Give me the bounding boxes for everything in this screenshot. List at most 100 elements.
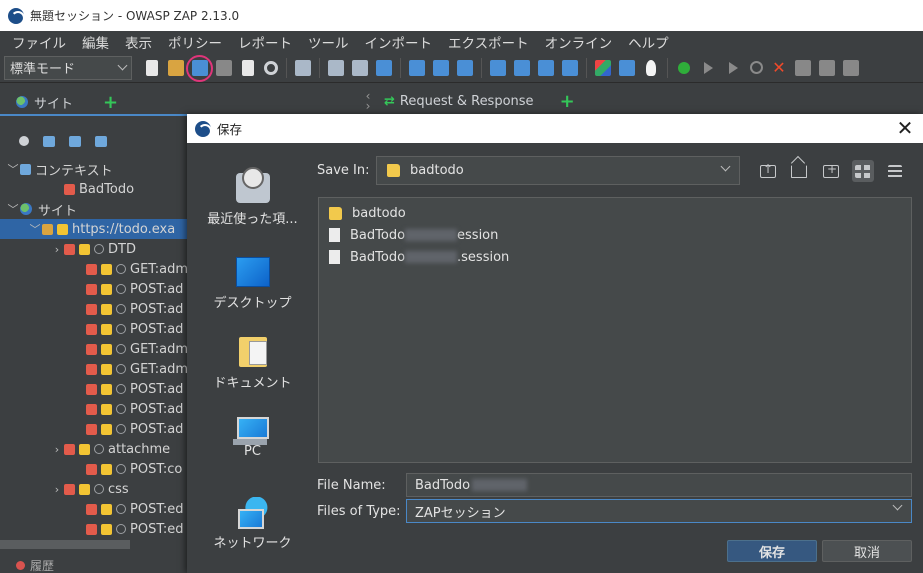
tree-row[interactable]: POST:co bbox=[0, 459, 187, 479]
save-in-combo[interactable]: badtodo bbox=[376, 156, 740, 185]
request-layout-icon[interactable] bbox=[490, 59, 506, 76]
tree-row[interactable]: › attachme bbox=[0, 439, 187, 459]
save-session-icon[interactable] bbox=[192, 59, 208, 76]
request-response-tab-label[interactable]: Request & Response bbox=[400, 94, 534, 109]
tree-row[interactable]: POST:ed bbox=[0, 499, 187, 519]
chevron-icon[interactable]: › bbox=[50, 243, 64, 256]
tree-row[interactable]: GET:adm bbox=[0, 359, 187, 379]
new-folder-button[interactable] bbox=[820, 160, 842, 182]
menu-online[interactable]: オンライン bbox=[537, 32, 621, 52]
response-layout-icon[interactable] bbox=[514, 59, 530, 76]
tabs-layout-icon[interactable] bbox=[562, 59, 578, 76]
hide-tab-icon[interactable] bbox=[352, 59, 368, 76]
mode-select[interactable]: 標準モード bbox=[4, 55, 132, 80]
show-tab-icon[interactable] bbox=[328, 59, 344, 76]
export-context-icon[interactable] bbox=[95, 135, 107, 147]
tree-row[interactable]: BadTodo bbox=[0, 179, 187, 199]
close-icon[interactable]: ✕ bbox=[895, 118, 915, 138]
tree-row[interactable]: › css bbox=[0, 479, 187, 499]
snapshot-session-icon[interactable] bbox=[216, 59, 232, 76]
sites-horizontal-scrollbar[interactable] bbox=[0, 538, 187, 550]
new-context-icon[interactable] bbox=[43, 135, 55, 147]
pin-tab-icon[interactable] bbox=[376, 59, 392, 76]
desktop-icon bbox=[235, 257, 270, 287]
drop-icon[interactable] bbox=[750, 61, 763, 74]
tree-row[interactable]: › DTD bbox=[0, 239, 187, 259]
layout-horizontal-icon[interactable] bbox=[433, 59, 449, 76]
close-breakpoint-icon[interactable]: ✕ bbox=[771, 59, 787, 76]
target-icon bbox=[86, 423, 97, 435]
session-properties-icon[interactable] bbox=[242, 59, 254, 76]
import-context-icon[interactable] bbox=[69, 135, 81, 147]
scrollbar-thumb[interactable] bbox=[0, 540, 130, 549]
chevron-icon[interactable]: › bbox=[50, 443, 64, 456]
icon-view-button[interactable] bbox=[852, 160, 874, 182]
chevron-icon[interactable]: ﹀ bbox=[6, 201, 20, 217]
hud-icon[interactable] bbox=[843, 59, 859, 76]
menu-edit[interactable]: 編集 bbox=[74, 32, 117, 52]
new-session-icon[interactable] bbox=[146, 59, 158, 76]
place-pc[interactable]: PC bbox=[187, 417, 318, 459]
tree-row[interactable]: GET:adm bbox=[0, 339, 187, 359]
layout-vertical-icon[interactable] bbox=[457, 59, 473, 76]
session-users-icon[interactable] bbox=[819, 59, 835, 76]
tree-row[interactable]: ﹀ サイト bbox=[0, 199, 187, 219]
chevron-icon[interactable]: ﹀ bbox=[28, 221, 42, 237]
menu-policy[interactable]: ポリシー bbox=[160, 32, 230, 52]
continue-icon[interactable] bbox=[729, 61, 738, 74]
layout-full-icon[interactable] bbox=[409, 59, 425, 76]
flag-icon bbox=[79, 443, 90, 455]
menu-file[interactable]: ファイル bbox=[4, 32, 74, 52]
tree-row[interactable]: POST:ad bbox=[0, 399, 187, 419]
layout-icon[interactable] bbox=[295, 59, 311, 76]
tree-row[interactable]: ﹀ コンテキスト bbox=[0, 159, 187, 179]
tree-row[interactable]: POST:ad bbox=[0, 279, 187, 299]
place-network[interactable]: ネットワーク bbox=[187, 497, 318, 551]
save-button[interactable]: 保存 bbox=[727, 540, 817, 562]
place-documents[interactable]: ドキュメント bbox=[187, 337, 318, 391]
tree-row-label: POST:ed bbox=[130, 501, 184, 517]
file-list[interactable]: badtodo BadTodo ession BadTodo .session bbox=[318, 197, 912, 463]
cancel-button[interactable]: 取消 bbox=[822, 540, 912, 562]
place-desktop[interactable]: デスクトップ bbox=[187, 257, 318, 311]
tree-row[interactable]: POST:ad bbox=[0, 419, 187, 439]
list-item[interactable]: badtodo bbox=[329, 203, 406, 223]
history-tab[interactable]: 履歴 bbox=[0, 558, 187, 573]
tree-row[interactable]: ﹀ https://todo.exa bbox=[0, 219, 187, 239]
scan-policy-icon[interactable] bbox=[595, 59, 611, 76]
menu-import[interactable]: インポート bbox=[357, 32, 441, 52]
place-recent[interactable]: 最近使った項... bbox=[187, 167, 318, 227]
menu-export[interactable]: エクスポート bbox=[440, 32, 537, 52]
list-view-button[interactable] bbox=[884, 160, 906, 182]
tree-row[interactable]: GET:adm bbox=[0, 259, 187, 279]
forced-user-icon[interactable] bbox=[795, 59, 811, 76]
tab-scroll-arrows-icon[interactable]: ‹ › bbox=[360, 90, 376, 112]
home-button[interactable] bbox=[788, 160, 810, 182]
add-tab-plus-icon[interactable]: + bbox=[103, 92, 118, 113]
tree-row[interactable]: POST:ed bbox=[0, 519, 187, 539]
open-session-icon[interactable] bbox=[168, 59, 184, 76]
up-one-level-button[interactable] bbox=[757, 160, 779, 182]
chevron-icon[interactable]: › bbox=[50, 483, 64, 496]
split-layout-icon[interactable] bbox=[538, 59, 554, 76]
menu-help[interactable]: ヘルプ bbox=[620, 32, 677, 52]
target-scope-icon[interactable] bbox=[19, 136, 29, 146]
lightbulb-icon[interactable] bbox=[646, 59, 656, 76]
options-gear-icon[interactable] bbox=[264, 60, 278, 75]
tree-row[interactable]: POST:ad bbox=[0, 319, 187, 339]
list-item[interactable]: BadTodo ession bbox=[329, 225, 498, 245]
tree-row[interactable]: POST:ad bbox=[0, 379, 187, 399]
file-type-select[interactable]: ZAPセッション bbox=[406, 499, 912, 523]
menu-tools[interactable]: ツール bbox=[300, 32, 357, 52]
sites-tab[interactable]: サイト + bbox=[0, 90, 187, 116]
step-icon[interactable] bbox=[704, 61, 713, 74]
menu-view[interactable]: 表示 bbox=[117, 32, 160, 52]
chevron-icon[interactable]: ﹀ bbox=[6, 161, 20, 177]
menu-report[interactable]: レポート bbox=[230, 32, 300, 52]
file-name-input[interactable]: BadTodo bbox=[406, 473, 912, 497]
browser-icon[interactable] bbox=[619, 59, 635, 76]
break-on-requests-icon[interactable] bbox=[678, 61, 690, 74]
tree-row[interactable]: POST:ad bbox=[0, 299, 187, 319]
add-tab-plus-icon[interactable]: + bbox=[560, 91, 575, 112]
list-item[interactable]: BadTodo .session bbox=[329, 247, 509, 267]
